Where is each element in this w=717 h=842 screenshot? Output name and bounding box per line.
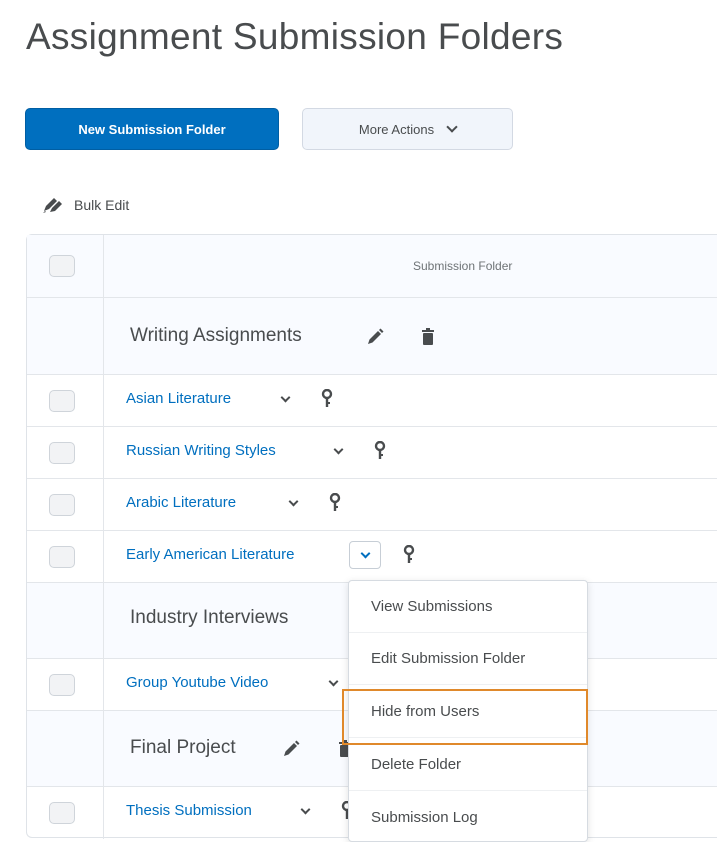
table-header-row: Submission Folder <box>27 235 717 298</box>
bulk-edit-button[interactable]: Bulk Edit <box>42 196 129 214</box>
pencil-icon[interactable] <box>365 327 385 347</box>
group-row-writing-assignments: Writing Assignments <box>27 298 717 375</box>
folder-link[interactable]: Russian Writing Styles <box>126 442 276 459</box>
column-divider <box>103 531 104 582</box>
row-checkbox[interactable] <box>49 442 75 464</box>
key-icon <box>321 389 333 407</box>
column-divider <box>103 375 104 426</box>
table-row: Asian Literature <box>27 375 717 427</box>
row-checkbox[interactable] <box>49 494 75 516</box>
page: Assignment Submission Folders New Submis… <box>0 0 717 842</box>
table-row: Russian Writing Styles <box>27 427 717 479</box>
group-label: Writing Assignments <box>130 325 302 346</box>
column-divider <box>103 787 104 839</box>
pencil-icon[interactable] <box>281 739 301 759</box>
folder-link[interactable]: Early American Literature <box>126 546 294 563</box>
bulk-edit-label: Bulk Edit <box>74 197 130 213</box>
column-divider <box>103 427 104 478</box>
row-checkbox[interactable] <box>49 802 75 824</box>
group-label: Final Project <box>130 737 236 758</box>
folder-link[interactable]: Thesis Submission <box>126 802 252 819</box>
folder-actions-dropdown[interactable] <box>277 391 293 407</box>
menu-item-edit-submission-folder[interactable]: Edit Submission Folder <box>349 633 587 685</box>
column-divider <box>103 479 104 530</box>
chevron-down-icon <box>288 496 298 506</box>
menu-item-view-submissions[interactable]: View Submissions <box>349 581 587 633</box>
chevron-down-icon <box>446 121 458 133</box>
page-title: Assignment Submission Folders <box>26 16 564 57</box>
folder-actions-dropdown-open[interactable] <box>349 541 381 569</box>
more-actions-label: More Actions <box>358 121 435 137</box>
column-divider <box>103 659 104 710</box>
column-divider <box>103 235 104 297</box>
chevron-down-icon <box>328 676 338 686</box>
select-all-checkbox[interactable] <box>49 255 75 277</box>
key-icon <box>403 545 415 563</box>
column-divider <box>103 583 104 658</box>
row-checkbox[interactable] <box>49 546 75 568</box>
menu-item-submission-log[interactable]: Submission Log <box>349 791 587 842</box>
folder-actions-dropdown[interactable] <box>330 443 346 459</box>
pencils-icon <box>43 198 62 213</box>
chevron-down-icon <box>300 804 310 814</box>
more-actions-button[interactable]: More Actions <box>302 108 513 150</box>
group-label: Industry Interviews <box>130 607 289 628</box>
folder-context-menu: View Submissions Edit Submission Folder … <box>348 580 588 842</box>
menu-item-hide-from-users[interactable]: Hide from Users <box>349 686 587 738</box>
trash-icon[interactable] <box>420 327 436 347</box>
chevron-down-icon <box>360 548 370 558</box>
column-header-submission-folder: Submission Folder <box>413 259 513 273</box>
chevron-down-icon <box>280 392 290 402</box>
table-row: Early American Literature <box>27 531 717 583</box>
folder-actions-dropdown[interactable] <box>325 675 341 691</box>
folder-actions-dropdown[interactable] <box>285 495 301 511</box>
column-divider <box>103 298 104 374</box>
chevron-down-icon <box>333 444 343 454</box>
key-icon <box>374 441 386 459</box>
folder-link[interactable]: Asian Literature <box>126 390 231 407</box>
row-checkbox[interactable] <box>49 674 75 696</box>
row-checkbox[interactable] <box>49 390 75 412</box>
table-row: Arabic Literature <box>27 479 717 531</box>
menu-item-delete-folder[interactable]: Delete Folder <box>349 739 587 791</box>
new-submission-folder-button[interactable]: New Submission Folder <box>25 108 279 150</box>
column-divider <box>103 711 104 786</box>
folder-link[interactable]: Group Youtube Video <box>126 674 268 691</box>
folder-link[interactable]: Arabic Literature <box>126 494 236 511</box>
key-icon <box>329 493 341 511</box>
folder-actions-dropdown[interactable] <box>297 803 313 819</box>
